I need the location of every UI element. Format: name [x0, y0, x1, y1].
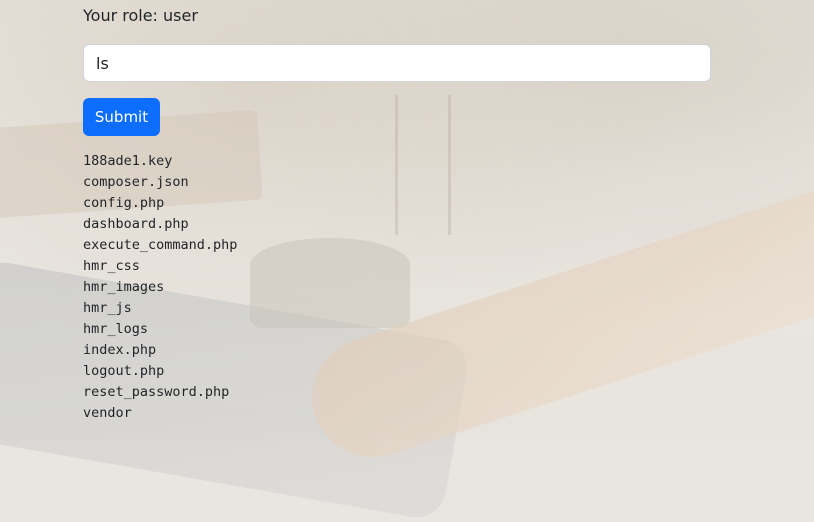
output-line: logout.php	[83, 363, 165, 379]
output-line: hmr_css	[83, 258, 140, 274]
submit-button[interactable]: Submit	[83, 98, 160, 136]
output-line: vendor	[83, 405, 132, 421]
output-line: config.php	[83, 195, 165, 211]
output-line: index.php	[83, 342, 157, 358]
role-label: Your role: user	[83, 6, 198, 25]
output-line: reset_password.php	[83, 384, 230, 400]
command-input[interactable]	[83, 44, 711, 82]
output-line: hmr_images	[83, 279, 165, 295]
output-line: hmr_js	[83, 300, 132, 316]
command-output: 188ade1.key composer.json config.php das…	[83, 151, 237, 424]
output-line: hmr_logs	[83, 321, 149, 337]
output-line: dashboard.php	[83, 216, 189, 232]
output-line: execute_command.php	[83, 237, 238, 253]
output-line: composer.json	[83, 174, 189, 190]
output-line: 188ade1.key	[83, 153, 173, 169]
